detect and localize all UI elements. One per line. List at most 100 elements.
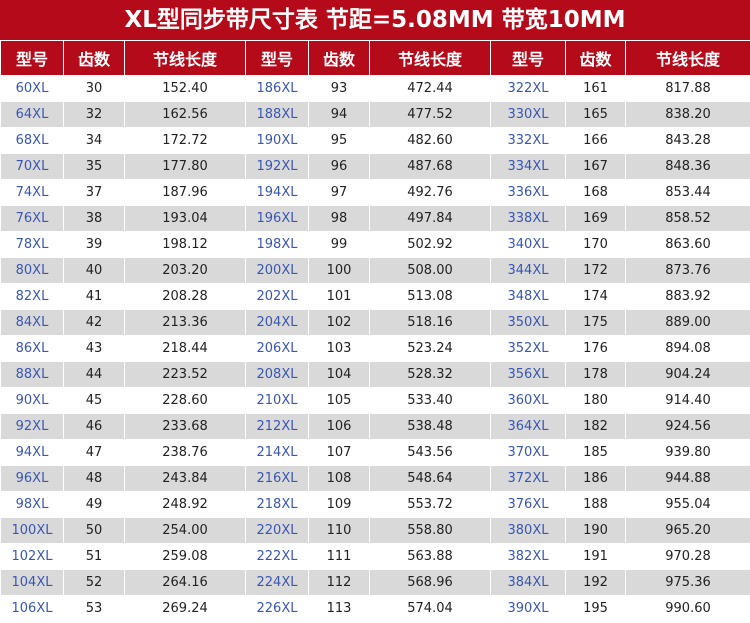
cell-pitch-length-1: 238.76: [124, 439, 246, 466]
cell-pitch-length-2: 563.88: [369, 543, 491, 570]
cell-pitch-length-3: 975.36: [625, 569, 750, 596]
table-row: 100XL 50 254.00 220XL 110 558.80 380XL 190 965.2…: [0, 517, 750, 544]
cell-model-1: 70XL: [0, 153, 64, 180]
table-row: 104XL 52 264.16 224XL 112 568.96 384XL 192 975.3…: [0, 569, 750, 596]
cell-model-2: 218XL: [245, 491, 309, 518]
cell-model-2: 210XL: [245, 387, 309, 414]
table-row: 82XL 41 208.28 202XL 101 513.08 348XL 174 883.92: [0, 283, 750, 310]
cell-model-2: 220XL: [245, 517, 309, 544]
cell-model-2: 198XL: [245, 231, 309, 258]
cell-teeth-2: 110: [308, 517, 370, 544]
cell-teeth-2: 111: [308, 543, 370, 570]
cell-model-3: 356XL: [490, 361, 566, 388]
cell-model-1: 84XL: [0, 309, 64, 336]
cell-teeth-1: 34: [63, 127, 125, 154]
cell-model-3: 390XL: [490, 595, 566, 622]
table-row: 106XL 53 269.24 226XL 113 574.04 390XL 195 990.6…: [0, 595, 750, 622]
cell-teeth-1: 52: [63, 569, 125, 596]
cell-teeth-2: 98: [308, 205, 370, 232]
table-row: 92XL 46 233.68 212XL 106 538.48 364XL 182 924.56: [0, 413, 750, 440]
cell-teeth-1: 46: [63, 413, 125, 440]
cell-teeth-1: 53: [63, 595, 125, 622]
cell-pitch-length-1: 218.44: [124, 335, 246, 362]
cell-teeth-3: 188: [565, 491, 626, 518]
cell-model-1: 60XL: [0, 75, 64, 102]
cell-model-3: 330XL: [490, 101, 566, 128]
cell-teeth-1: 45: [63, 387, 125, 414]
header-pitch-length-3: 节线长度: [625, 40, 750, 76]
table-row: 74XL 37 187.96 194XL 97 492.76 336XL 168 853.44: [0, 179, 750, 206]
cell-pitch-length-1: 198.12: [124, 231, 246, 258]
cell-model-1: 80XL: [0, 257, 64, 284]
cell-model-1: 98XL: [0, 491, 64, 518]
cell-teeth-2: 93: [308, 75, 370, 102]
cell-pitch-length-2: 508.00: [369, 257, 491, 284]
table-row: 86XL 43 218.44 206XL 103 523.24 352XL 176 894.08: [0, 335, 750, 362]
cell-pitch-length-3: 863.60: [625, 231, 750, 258]
cell-model-3: 376XL: [490, 491, 566, 518]
cell-pitch-length-2: 523.24: [369, 335, 491, 362]
cell-pitch-length-1: 172.72: [124, 127, 246, 154]
cell-teeth-1: 40: [63, 257, 125, 284]
header-pitch-length-2: 节线长度: [369, 40, 491, 76]
cell-teeth-1: 47: [63, 439, 125, 466]
cell-pitch-length-1: 203.20: [124, 257, 246, 284]
header-model-2: 型号: [245, 40, 309, 76]
cell-model-1: 90XL: [0, 387, 64, 414]
cell-teeth-1: 35: [63, 153, 125, 180]
cell-model-3: 338XL: [490, 205, 566, 232]
cell-pitch-length-1: 259.08: [124, 543, 246, 570]
cell-pitch-length-1: 223.52: [124, 361, 246, 388]
cell-pitch-length-3: 914.40: [625, 387, 750, 414]
table-row: 90XL 45 228.60 210XL 105 533.40 360XL 180 914.40: [0, 387, 750, 414]
cell-model-2: 202XL: [245, 283, 309, 310]
cell-pitch-length-1: 264.16: [124, 569, 246, 596]
cell-model-1: 96XL: [0, 465, 64, 492]
cell-pitch-length-3: 858.52: [625, 205, 750, 232]
cell-pitch-length-2: 492.76: [369, 179, 491, 206]
cell-teeth-1: 51: [63, 543, 125, 570]
table-body: 60XL 30 152.40 186XL 93 472.44 322XL 161 817.88 6…: [0, 75, 750, 622]
cell-model-2: 196XL: [245, 205, 309, 232]
cell-pitch-length-1: 233.68: [124, 413, 246, 440]
cell-model-1: 88XL: [0, 361, 64, 388]
cell-model-2: 212XL: [245, 413, 309, 440]
cell-model-3: 348XL: [490, 283, 566, 310]
cell-model-2: 226XL: [245, 595, 309, 622]
cell-pitch-length-3: 853.44: [625, 179, 750, 206]
table-row: 80XL 40 203.20 200XL 100 508.00 344XL 172 873.76: [0, 257, 750, 284]
cell-teeth-3: 195: [565, 595, 626, 622]
cell-pitch-length-3: 955.04: [625, 491, 750, 518]
cell-model-2: 214XL: [245, 439, 309, 466]
cell-pitch-length-3: 990.60: [625, 595, 750, 622]
cell-pitch-length-2: 497.84: [369, 205, 491, 232]
cell-pitch-length-3: 883.92: [625, 283, 750, 310]
cell-teeth-3: 174: [565, 283, 626, 310]
cell-model-3: 370XL: [490, 439, 566, 466]
cell-model-2: 186XL: [245, 75, 309, 102]
cell-teeth-2: 97: [308, 179, 370, 206]
table-row: 94XL 47 238.76 214XL 107 543.56 370XL 185 939.80: [0, 439, 750, 466]
cell-teeth-2: 95: [308, 127, 370, 154]
cell-teeth-1: 37: [63, 179, 125, 206]
cell-pitch-length-2: 518.16: [369, 309, 491, 336]
cell-pitch-length-3: 904.24: [625, 361, 750, 388]
cell-model-2: 224XL: [245, 569, 309, 596]
cell-pitch-length-2: 543.56: [369, 439, 491, 466]
cell-model-3: 336XL: [490, 179, 566, 206]
cell-pitch-length-3: 873.76: [625, 257, 750, 284]
cell-teeth-2: 104: [308, 361, 370, 388]
cell-pitch-length-1: 162.56: [124, 101, 246, 128]
cell-teeth-3: 190: [565, 517, 626, 544]
cell-model-2: 208XL: [245, 361, 309, 388]
table-row: 78XL 39 198.12 198XL 99 502.92 340XL 170 863.60: [0, 231, 750, 258]
cell-pitch-length-1: 269.24: [124, 595, 246, 622]
cell-teeth-3: 191: [565, 543, 626, 570]
header-model-3: 型号: [490, 40, 566, 76]
cell-teeth-1: 32: [63, 101, 125, 128]
cell-model-1: 74XL: [0, 179, 64, 206]
cell-model-3: 344XL: [490, 257, 566, 284]
cell-pitch-length-3: 965.20: [625, 517, 750, 544]
cell-model-3: 322XL: [490, 75, 566, 102]
cell-pitch-length-2: 553.72: [369, 491, 491, 518]
